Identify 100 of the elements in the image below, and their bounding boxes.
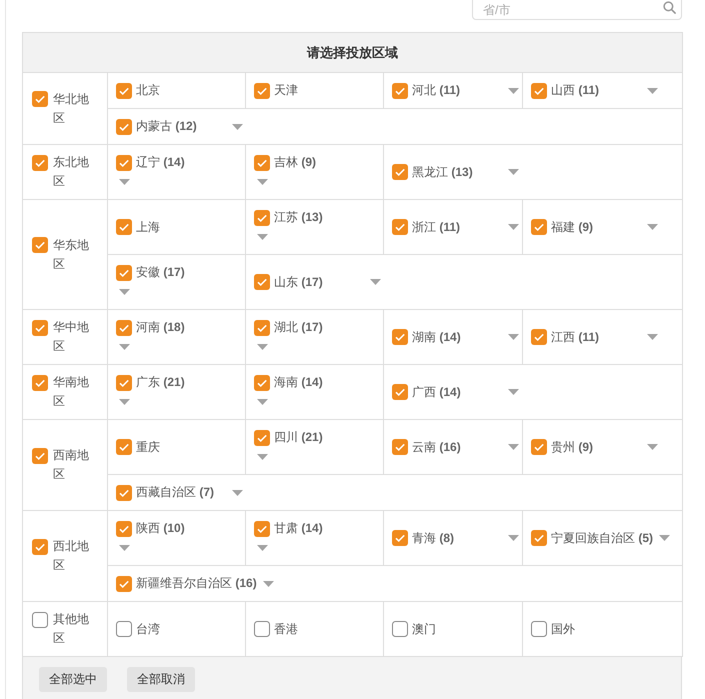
caret-icon[interactable] [232, 124, 243, 130]
caret-icon[interactable] [257, 179, 268, 185]
checkbox[interactable] [254, 520, 270, 536]
province-label: 重庆 [136, 438, 160, 456]
province-label: 福建 (9) [551, 218, 594, 236]
checkbox[interactable] [392, 82, 408, 98]
checkbox[interactable] [254, 320, 270, 336]
caret-icon[interactable] [647, 224, 658, 230]
province-label: 西藏自治区 (7) [136, 484, 214, 501]
checkbox[interactable] [254, 621, 270, 637]
region-label: 东北地区 [53, 154, 90, 190]
province-label: 黑龙江 (13) [412, 164, 473, 180]
province-label: 湖南 (14) [412, 328, 461, 346]
action-button[interactable]: 全部取消 [127, 667, 195, 692]
caret-icon[interactable] [257, 344, 268, 350]
checkbox[interactable] [116, 154, 132, 170]
checkbox[interactable] [392, 384, 408, 400]
province-label: 浙江 (11) [412, 218, 460, 236]
checkbox[interactable] [531, 329, 547, 345]
caret-icon[interactable] [508, 535, 519, 541]
checkbox[interactable] [254, 430, 270, 446]
checkbox[interactable] [392, 219, 408, 235]
checkbox[interactable] [116, 219, 132, 235]
region-label: 其他地区 [53, 611, 90, 647]
caret-icon[interactable] [370, 279, 381, 285]
caret-icon[interactable] [119, 344, 130, 350]
checkbox[interactable] [254, 274, 270, 290]
caret-icon[interactable] [257, 454, 268, 460]
caret-icon[interactable] [257, 234, 268, 240]
checkbox[interactable] [32, 320, 48, 336]
checkbox[interactable] [32, 448, 48, 464]
checkbox[interactable] [392, 439, 408, 455]
checkbox[interactable] [531, 219, 547, 235]
province-label: 陕西 (10) [136, 520, 185, 537]
caret-icon[interactable] [257, 545, 268, 551]
checkbox[interactable] [116, 621, 132, 637]
caret-icon[interactable] [659, 535, 670, 541]
search-icon[interactable] [663, 1, 676, 14]
caret-icon[interactable] [647, 444, 658, 450]
checkbox[interactable] [116, 576, 132, 592]
checkbox[interactable] [531, 82, 547, 98]
province-label: 山西 (11) [551, 82, 600, 99]
caret-icon[interactable] [119, 289, 130, 295]
checkbox[interactable] [32, 374, 48, 390]
province-label: 云南 (16) [412, 438, 461, 456]
search-field[interactable]: 省/市 [472, 0, 682, 20]
region-label: 华东地区 [53, 236, 90, 272]
caret-icon[interactable] [647, 88, 658, 94]
caret-icon[interactable] [119, 399, 130, 405]
checkbox[interactable] [531, 530, 547, 546]
checkbox[interactable] [254, 82, 270, 98]
checkbox[interactable] [531, 621, 547, 637]
checkbox[interactable] [116, 118, 132, 134]
checkbox[interactable] [392, 329, 408, 345]
caret-icon[interactable] [119, 545, 130, 551]
region-label: 华南地区 [53, 374, 90, 410]
province-label: 湖北 (17) [274, 319, 323, 336]
caret-icon[interactable] [508, 334, 519, 340]
province-label: 青海 (8) [412, 530, 454, 546]
region-label: 西南地区 [53, 447, 90, 483]
caret-icon[interactable] [508, 444, 519, 450]
checkbox[interactable] [116, 520, 132, 536]
caret-icon[interactable] [257, 399, 268, 405]
checkbox[interactable] [116, 374, 132, 390]
caret-icon[interactable] [119, 179, 130, 185]
checkbox[interactable] [32, 91, 48, 107]
province-label: 甘肃 (14) [274, 520, 323, 537]
checkbox[interactable] [254, 210, 270, 226]
province-label: 河北 (11) [412, 82, 460, 99]
province-label: 四川 (21) [274, 429, 323, 446]
caret-icon[interactable] [647, 334, 658, 340]
checkbox[interactable] [116, 320, 132, 336]
province-label: 辽宁 (14) [136, 154, 185, 171]
checkbox[interactable] [392, 164, 408, 180]
checkbox[interactable] [254, 374, 270, 390]
province-label: 新疆维吾尔自治区 (16) [136, 575, 257, 592]
province-label: 上海 [136, 218, 160, 236]
action-button[interactable]: 全部选中 [39, 667, 107, 692]
checkbox[interactable] [116, 82, 132, 98]
checkbox[interactable] [116, 484, 132, 500]
checkbox[interactable] [32, 237, 48, 253]
checkbox[interactable] [531, 439, 547, 455]
caret-icon[interactable] [508, 389, 519, 395]
caret-icon[interactable] [262, 580, 274, 586]
checkbox[interactable] [392, 621, 408, 637]
checkbox[interactable] [32, 538, 48, 554]
caret-icon[interactable] [232, 490, 243, 496]
checkbox[interactable] [116, 264, 132, 280]
caret-icon[interactable] [508, 169, 519, 175]
province-label: 贵州 (9) [551, 438, 594, 456]
caret-icon[interactable] [508, 224, 519, 230]
checkbox[interactable] [32, 154, 48, 170]
checkbox[interactable] [32, 612, 48, 628]
province-label: 江西 (11) [551, 328, 600, 346]
region-label: 华中地区 [53, 319, 90, 355]
caret-icon[interactable] [508, 88, 519, 94]
checkbox[interactable] [116, 439, 132, 455]
checkbox[interactable] [392, 530, 408, 546]
checkbox[interactable] [254, 154, 270, 170]
province-label: 安徽 (17) [136, 264, 185, 281]
